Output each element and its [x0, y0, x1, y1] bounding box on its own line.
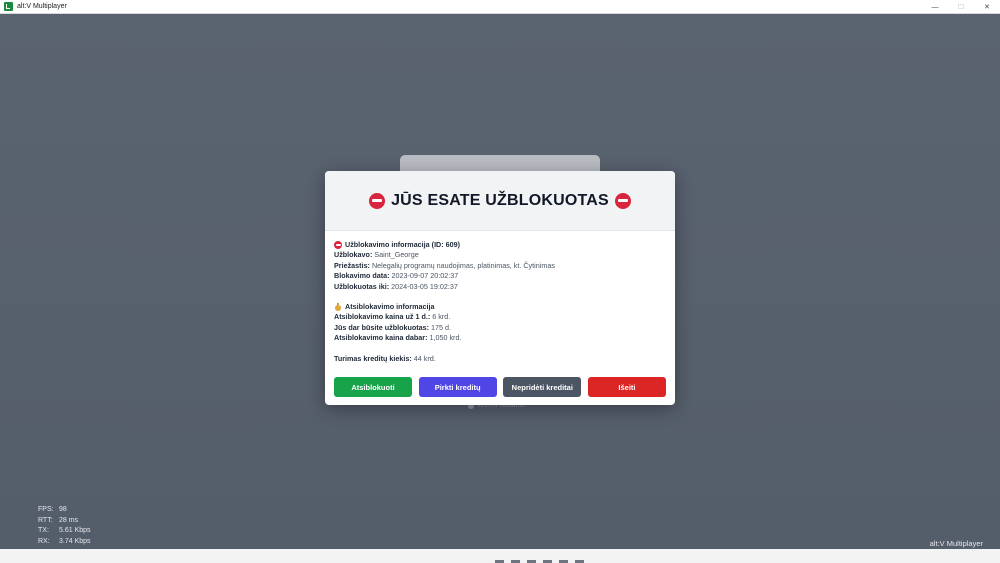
stat-label: RX:	[38, 537, 50, 545]
maximize-button[interactable]: ☐	[948, 0, 974, 14]
unblock-info-value: 175 d.	[431, 322, 452, 332]
unblock-info-label: Jūs dar būsite užblokuotas:	[334, 322, 432, 332]
unblock-info-label: Atsiblokavimo kaina dabar:	[334, 333, 430, 343]
stat-value: 3.74 Kbps	[59, 537, 91, 545]
unblock-info-heading: Atsiblokavimo informacija	[334, 302, 666, 312]
unblock-info-value: 1,050 krd.	[429, 333, 462, 343]
ban-info-heading: Užblokavimo informacija (ID: 609)	[334, 240, 666, 250]
stat-value: 98	[59, 506, 67, 513]
exit-button[interactable]: Išeiti	[587, 377, 666, 397]
ban-info-value: Nelegalių programų naudojimas, platinima…	[371, 260, 555, 270]
ban-info-heading-text: Užblokavimo informacija (ID: 609)	[345, 240, 461, 249]
add-credits-button[interactable]: Nepridėti kreditai	[503, 377, 582, 397]
stat-label: FPS:	[38, 506, 54, 513]
ban-modal: JŪS ESATE UŽBLOKUOTAS Užblokavimo inform…	[325, 171, 675, 405]
minimize-button[interactable]: —	[922, 0, 948, 14]
ban-info-label: Užblokavo:	[334, 250, 375, 260]
ban-info-row: Užblokavo: Saint_George	[334, 250, 666, 260]
stat-rx: RX: 3.74 Kbps	[38, 537, 91, 548]
ban-info-label: Užblokuotas iki:	[334, 281, 392, 291]
unblock-button[interactable]: Atsiblokuoti	[334, 377, 412, 397]
modal-body: Užblokavimo informacija (ID: 609) Užblok…	[325, 231, 675, 364]
modal-header: JŪS ESATE UŽBLOKUOTAS	[325, 171, 675, 231]
buy-credits-button[interactable]: Pirkti kreditų	[418, 377, 497, 397]
altv-app-icon	[4, 2, 13, 11]
stat-value: 28 ms	[59, 516, 79, 524]
window-titlebar: alt:V Multiplayer — ☐ ✕	[0, 0, 1000, 14]
ban-info-value: Saint_George	[374, 250, 419, 260]
unblock-info-row: Atsiblokavimo kaina dabar: 1,050 krd.	[334, 333, 666, 343]
unblock-info-value: 6 krd.	[432, 312, 451, 322]
credits-value: 44 krd.	[413, 353, 436, 363]
stop-icon	[334, 241, 342, 250]
window-controls: — ☐ ✕	[922, 0, 1000, 14]
stop-icon	[614, 192, 631, 209]
credits-label: Turimas kreditų kiekis:	[334, 353, 414, 363]
stat-label: TX:	[38, 527, 49, 534]
stat-tx: TX: 5.61 Kbps	[38, 526, 91, 537]
modal-title: JŪS ESATE UŽBLOKUOTAS	[391, 191, 609, 209]
close-button[interactable]: ✕	[974, 0, 1000, 14]
ban-info-row: Blokavimo data: 2023-09-07 20:02:37	[334, 271, 666, 281]
credits-row: Turimas kreditų kiekis: 44 krd.	[334, 354, 666, 364]
ban-info-label: Blokavimo data:	[334, 271, 392, 281]
unblock-info-label: Atsiblokavimo kaina už 1 d.:	[334, 312, 433, 322]
stop-icon	[369, 192, 386, 209]
stat-label: RTT:	[38, 516, 53, 524]
window-title: alt:V Multiplayer	[17, 3, 67, 10]
ban-info-label: Priežastis:	[334, 260, 372, 270]
ban-info-row: Užblokuotas iki: 2024-03-05 19:02:37	[334, 282, 666, 292]
unblock-info-row: Atsiblokavimo kaina už 1 d.: 6 krd.	[334, 312, 666, 322]
ban-info-value: 2023-09-07 20:02:37	[391, 271, 459, 281]
brand-watermark: alt:V Multiplayer	[929, 539, 983, 548]
stat-value: 5.61 Kbps	[59, 527, 91, 534]
ban-info-row: Priežastis: Nelegalių programų naudojima…	[334, 261, 666, 271]
modal-actions: Atsiblokuoti Pirkti kreditų Nepridėti kr…	[334, 377, 666, 397]
unblock-info-row: Jūs dar būsite užblokuotas: 175 d.	[334, 323, 666, 333]
ban-info-value: 2024-03-05 19:02:37	[391, 281, 458, 291]
stat-rtt: RTT: 28 ms	[38, 516, 91, 527]
net-stats: FPS: 98 RTT: 28 ms TX: 5.61 Kbps RX: 3.7…	[38, 505, 91, 547]
stat-fps: FPS: 98	[38, 505, 91, 516]
money-bag-icon	[334, 303, 342, 312]
unblock-info-heading-text: Atsiblokavimo informacija	[345, 302, 435, 312]
